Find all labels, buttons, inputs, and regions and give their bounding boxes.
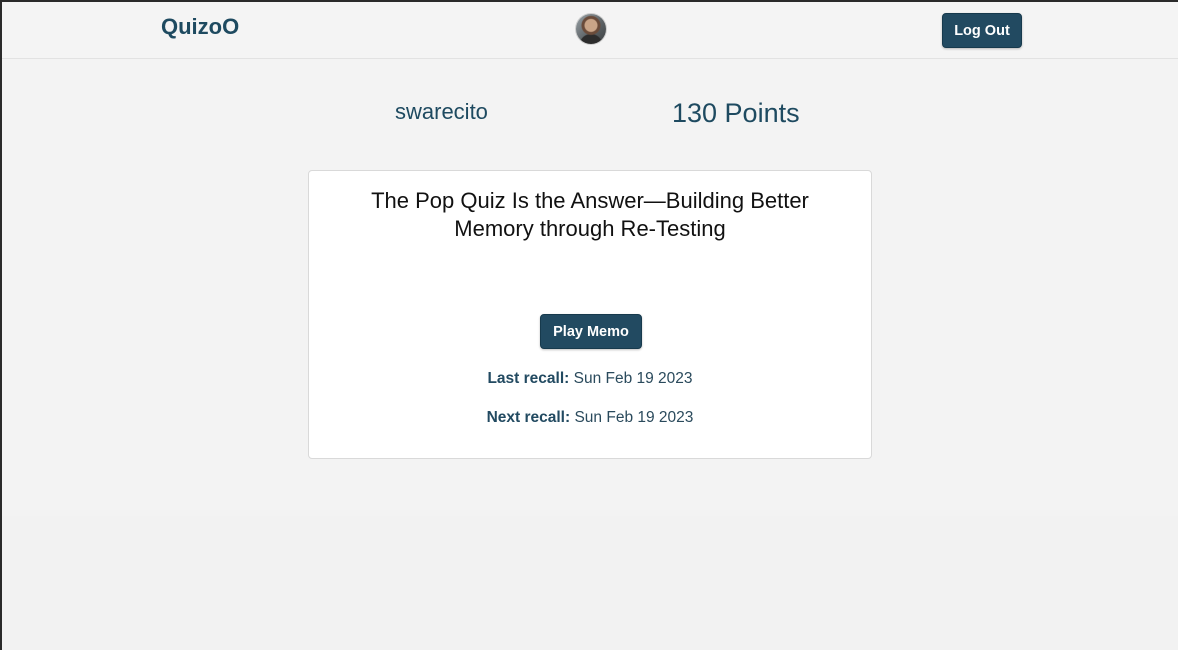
last-recall-value: Sun Feb 19 2023: [573, 370, 693, 387]
user-avatar[interactable]: [576, 14, 606, 44]
next-recall-value: Sun Feb 19 2023: [574, 409, 694, 426]
last-recall-label: Last recall:: [487, 370, 570, 387]
play-memo-button[interactable]: Play Memo: [540, 314, 642, 349]
navbar: QuizoO Log Out: [2, 2, 1178, 59]
points-total: 130 Points: [672, 98, 800, 128]
page-footer-area: [2, 516, 1178, 650]
last-recall: Last recall: Sun Feb 19 2023: [309, 370, 871, 388]
memo-card: The Pop Quiz Is the Answer—Building Bett…: [308, 170, 872, 459]
memo-title: The Pop Quiz Is the Answer—Building Bett…: [371, 188, 809, 241]
brand-logo[interactable]: QuizoO: [161, 14, 239, 40]
next-recall: Next recall: Sun Feb 19 2023: [309, 409, 871, 427]
logout-button[interactable]: Log Out: [942, 13, 1022, 48]
username: swarecito: [395, 99, 488, 124]
next-recall-label: Next recall:: [486, 409, 571, 426]
